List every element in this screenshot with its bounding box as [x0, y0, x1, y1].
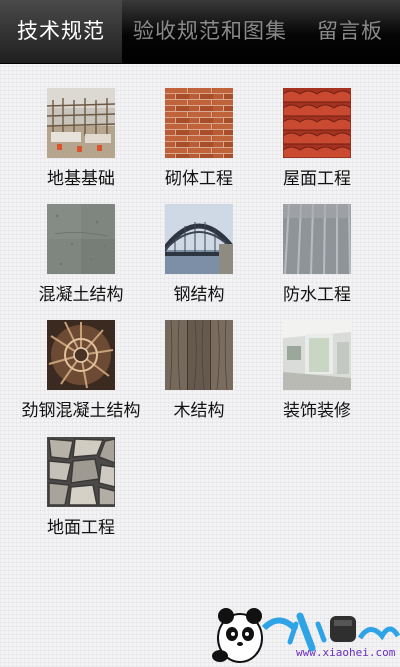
site-watermark: www.xiaohei.com	[200, 598, 400, 667]
category-roofing[interactable]: 屋面工程	[252, 88, 382, 198]
waterproof-membrane-icon	[283, 204, 351, 274]
steel-bridge-icon	[165, 204, 233, 274]
tab-acceptance-specs-atlas[interactable]: 验收规范和图集	[130, 0, 290, 63]
scaffold-foundation-icon	[47, 88, 115, 158]
category-foundation[interactable]: 地基基础	[16, 88, 146, 198]
category-timber[interactable]: 木结构	[134, 320, 264, 430]
category-label: 装饰装修	[283, 401, 351, 421]
steel-rebar-core-icon	[47, 320, 115, 390]
category-steel[interactable]: 钢结构	[134, 204, 264, 314]
concrete-surface-icon	[47, 204, 115, 274]
category-label: 防水工程	[283, 285, 351, 305]
category-waterproofing[interactable]: 防水工程	[252, 204, 382, 314]
category-label: 屋面工程	[283, 169, 351, 189]
category-masonry[interactable]: 砌体工程	[134, 88, 264, 198]
wood-plank-icon	[165, 320, 233, 390]
interior-room-icon	[283, 320, 351, 390]
watermark-url: www.xiaohei.com	[296, 646, 396, 659]
stone-floor-icon	[47, 437, 115, 507]
brick-wall-icon	[165, 88, 233, 158]
category-label: 地面工程	[47, 518, 115, 538]
tab-message-board[interactable]: 留言板	[308, 0, 392, 63]
category-decoration[interactable]: 装饰装修	[252, 320, 382, 430]
roof-tiles-icon	[283, 88, 351, 158]
category-concrete[interactable]: 混凝土结构	[16, 204, 146, 314]
tab-technical-specs[interactable]: 技术规范	[0, 0, 122, 63]
category-steel-reinforced-concrete[interactable]: 劲钢混凝土结构	[16, 320, 146, 430]
top-tab-bar: 技术规范 验收规范和图集 留言板	[0, 0, 400, 64]
category-flooring[interactable]: 地面工程	[16, 437, 146, 547]
